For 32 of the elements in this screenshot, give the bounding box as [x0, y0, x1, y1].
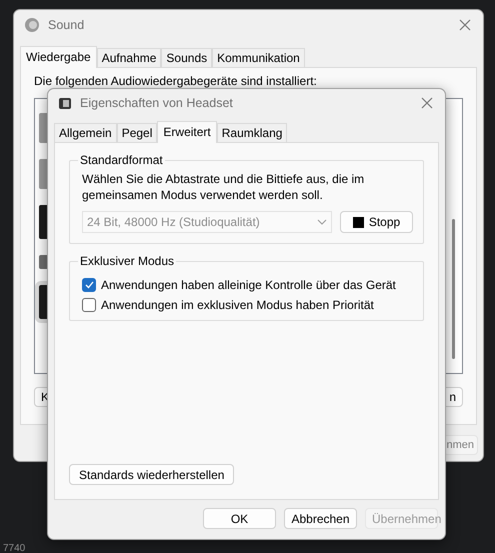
stop-icon: [352, 216, 364, 228]
window-title: Sound: [48, 18, 86, 32]
tab[interactable]: Aufnahme: [96, 48, 162, 67]
tab[interactable]: Allgemein: [54, 123, 117, 142]
checkbox-label[interactable]: Anwendungen im exklusiven Modus haben Priorität: [101, 298, 374, 312]
check-icon: [84, 281, 94, 289]
group-heading: Standardformat: [79, 153, 164, 167]
chevron-icon: [317, 219, 327, 225]
close-icon[interactable]: [459, 19, 471, 31]
tab[interactable]: Raumklang: [216, 123, 288, 142]
dialog-button[interactable]: Abbrechen: [284, 508, 357, 529]
tab[interactable]: Erweitert: [157, 121, 217, 143]
headset-icon: [58, 96, 72, 110]
description-text: Wählen Sie die Abtastrate und die Bittiefe aus, die im gemeinsamen Modus verwendet werden soll.: [82, 171, 366, 203]
checkbox-label[interactable]: Anwendungen haben alleinige Kontrolle über das Gerät: [101, 278, 396, 292]
checkbox[interactable]: [82, 278, 96, 292]
restore-defaults-button[interactable]: Standards wiederherstellen: [69, 464, 234, 485]
group-heading: Exklusiver Modus: [79, 254, 176, 268]
checkbox[interactable]: [82, 298, 96, 312]
window-title: Eigenschaften von Headset: [80, 96, 234, 110]
tab[interactable]: Kommunikation: [212, 48, 305, 67]
tab[interactable]: Sounds: [161, 48, 212, 67]
intro-text: Die folgenden Audiowiedergabegeräte sind installiert:: [34, 74, 318, 88]
tab[interactable]: Wiedergabe: [20, 46, 97, 68]
stop-button[interactable]: Stopp: [340, 211, 413, 233]
dialog-button[interactable]: OK: [203, 508, 276, 529]
desktop-text: 7740: [3, 543, 26, 553]
scrollbar[interactable]: [452, 219, 455, 359]
speaker-icon: [24, 17, 40, 33]
tab[interactable]: Pegel: [116, 123, 158, 142]
close-icon[interactable]: [421, 97, 433, 109]
apply-button[interactable]: nmen: [443, 435, 478, 455]
